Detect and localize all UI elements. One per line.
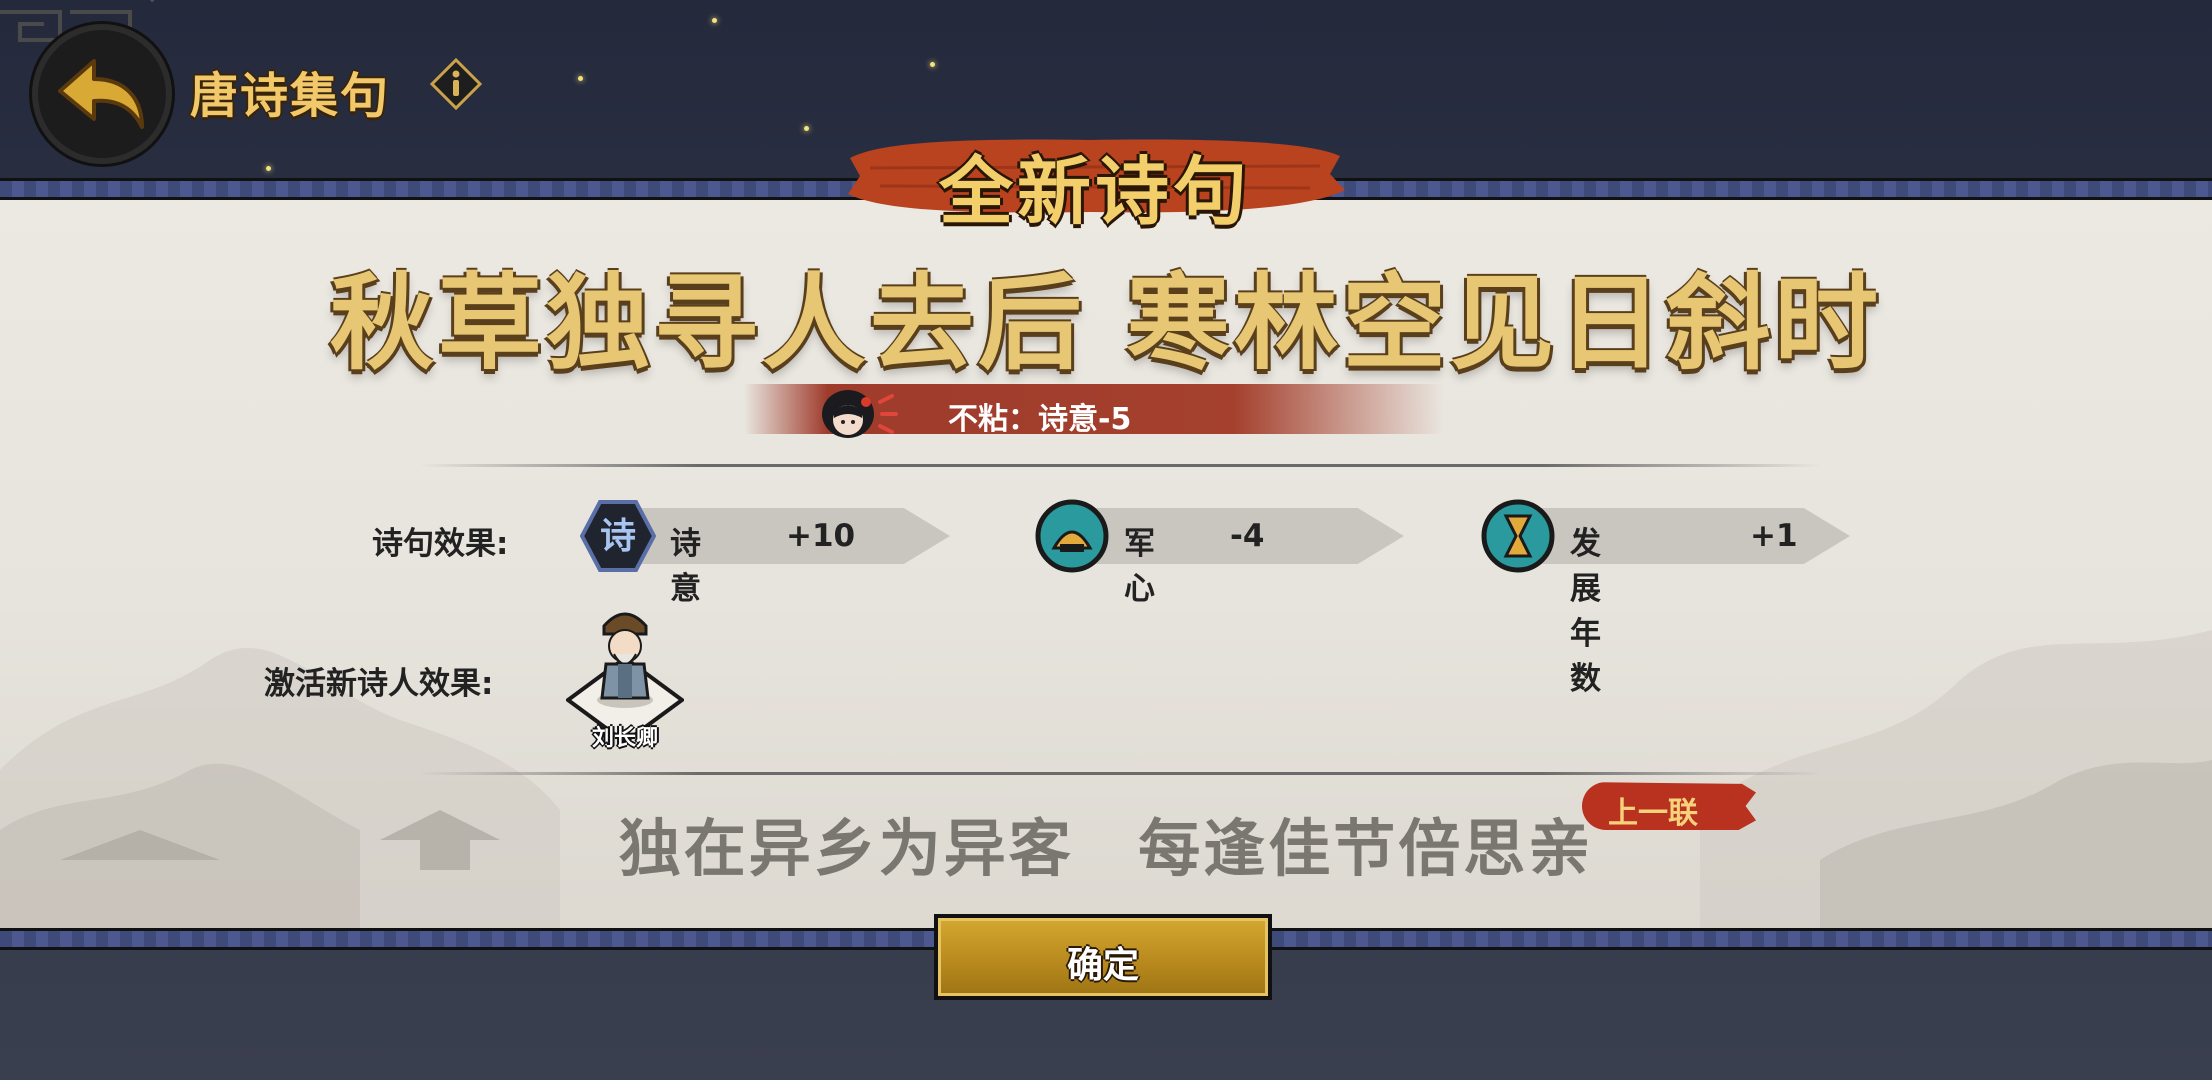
back-arrow-icon [58,59,144,129]
army-morale-icon [1035,499,1109,573]
banner-title: 全新诗句 [939,149,1251,235]
penalty-text: 不粘：诗意-5 [948,402,1132,437]
page-title: 唐诗集句 [190,68,391,124]
bottom-divider [420,772,1820,775]
confirm-label: 确定 [1066,945,1139,986]
top-divider [420,464,1820,467]
sky-star [712,18,717,23]
effect-value: +10 [786,518,856,554]
sky-star [930,62,935,67]
effects-label: 诗句效果: [372,526,509,562]
effect-name: 军心 [1124,526,1155,607]
effect-value: +1 [1750,518,1798,554]
poetry-icon-glyph: 诗 [600,516,636,557]
sky-star [804,126,809,131]
confirm-button[interactable]: 确定 [934,914,1272,1000]
girl-character-icon [822,390,898,438]
sky-star [266,166,271,171]
poet-name: 刘长卿 [591,726,658,751]
sky-star [578,76,583,81]
hourglass-icon [1481,499,1555,573]
current-poem-line: 秋草独寻人去后 寒林空见日斜时 [329,261,1883,384]
back-button[interactable] [32,24,172,164]
previous-couplet-label: 上一联 [1608,796,1698,831]
effect-name: 发展年数 [1570,526,1601,697]
previous-poem-line: 独在异乡为异客 每逢佳节倍思亲 [618,812,1594,885]
previous-couplet-tag[interactable]: 上一联 [1582,782,1756,830]
effect-value: -4 [1230,518,1265,554]
info-icon[interactable] [430,58,482,110]
poetry-icon: 诗 [580,500,656,572]
new-verse-banner: 全新诗句 [840,128,1350,235]
effect-name: 诗意 [670,526,701,607]
activate-label: 激活新诗人效果: [264,666,494,702]
